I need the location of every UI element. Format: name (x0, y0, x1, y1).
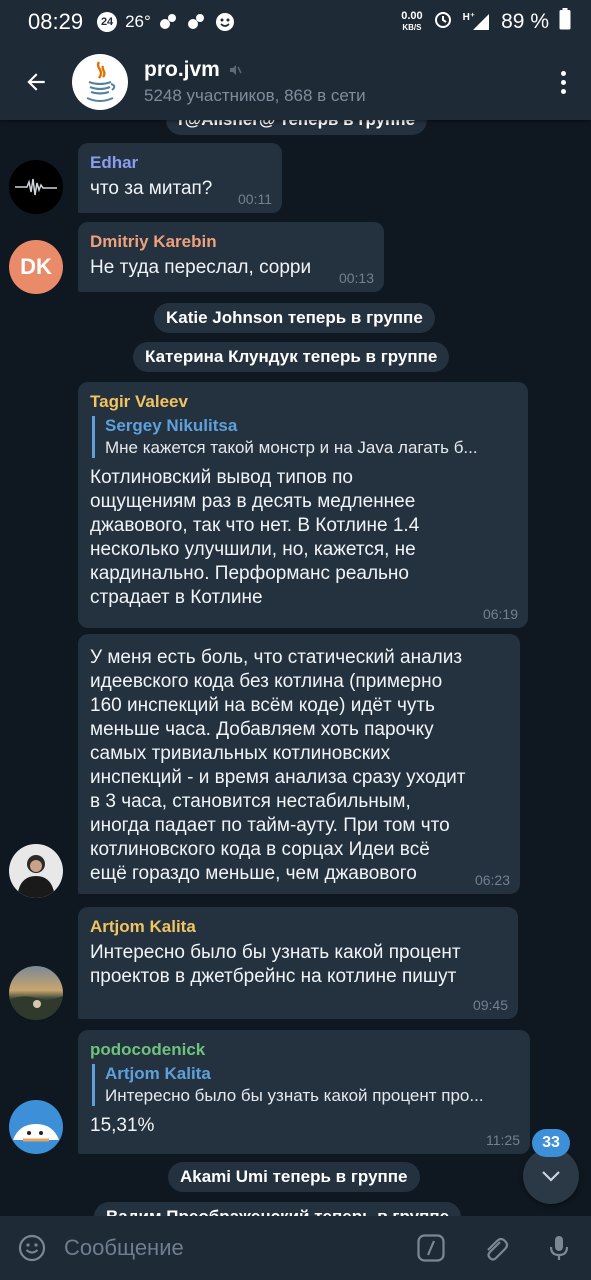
net-speed-unit: KB/S (402, 23, 422, 32)
reply-sender: Artjom Kalita (105, 1064, 211, 1083)
text-line: ещё гораздо меньше, чем джавового (90, 863, 417, 884)
paperclip-icon (487, 1237, 509, 1261)
message-list[interactable]: r@Allsner@ теперь в группе Edhar что за … (0, 120, 591, 1216)
battery-level: 89 % (501, 10, 549, 33)
alarm-icon (433, 9, 453, 35)
sender-name: Tagir Valeev (90, 392, 188, 411)
message-bubble[interactable]: Tagir Valeev Sergey Nikulitsa Мне кажетс… (78, 382, 528, 628)
message-bubble[interactable]: У меня есть боль, что статический анализ… (78, 634, 520, 894)
text-line: джавового, так что нет. В Котлине 1.4 (90, 515, 420, 536)
service-message: Вадим Преображенский теперь в группе (94, 1202, 462, 1216)
chat-title: pro.jvm (144, 58, 535, 82)
text-line: кардинально. Перформанс реально (90, 563, 409, 584)
text-line: Интересно было бы узнать какой процент (90, 942, 461, 963)
cartoon-avatar (13, 1124, 59, 1142)
chat-info[interactable]: pro.jvm 5248 участников, 868 в сети (144, 58, 535, 106)
text-line: меньше часа. Добавляем хоть парочку (90, 719, 434, 740)
face-notification-icon (215, 12, 235, 32)
net-speed: 0.00 KB/S (401, 11, 422, 33)
mute-icon (229, 65, 242, 75)
text-line: страдает в Котлине (90, 587, 263, 608)
avatar[interactable] (9, 966, 63, 1020)
status-time: 08:29 (28, 9, 84, 34)
message-time: 06:23 (474, 872, 510, 888)
text-line: идеевского кода без котлина (примерно (90, 671, 443, 692)
avatar[interactable] (9, 160, 63, 214)
text-line: Котлиновский вывод типов по (90, 467, 354, 488)
avatar[interactable] (9, 1100, 63, 1154)
message-bubble[interactable]: Dmitriy Karebin Не туда переслал, сорри … (78, 222, 384, 292)
service-message: r@Allsner@ теперь в группе (166, 120, 428, 135)
net-speed-value: 0.00 (401, 10, 423, 22)
message-input[interactable] (64, 1235, 399, 1261)
message-time: 11:25 (486, 1132, 520, 1148)
notification-count-icon: 24 (97, 12, 118, 32)
chat-title-text: pro.jvm (144, 58, 220, 81)
message-time: 06:19 (482, 606, 518, 622)
message-bubble[interactable]: Edhar что за митап? 00:11 (78, 143, 282, 213)
service-message: Akami Umi теперь в группе (168, 1162, 420, 1192)
voice-button[interactable] (527, 1216, 591, 1280)
text-line: ощущениям раз в десять медленнее (90, 491, 416, 512)
temperature-text: 26° (125, 12, 151, 31)
message-bubble[interactable]: podocodenick Artjom Kalita Интересно был… (78, 1030, 530, 1154)
service-message: Катерина Клундук теперь в группе (133, 342, 450, 372)
sender-name: Edhar (90, 153, 139, 172)
battery-icon (559, 8, 571, 36)
message-text: У меня есть боль, что статический анализ… (90, 646, 508, 886)
arrow-left-icon (27, 73, 45, 91)
text-line: котлиновского кода в сорцах Идеи всё (90, 839, 430, 860)
text-line: несколько улучшили, но, кажется, не (90, 539, 416, 560)
signal-icon: H⁺ (463, 12, 492, 32)
app-notification-icon (159, 12, 179, 32)
message-composer (0, 1216, 591, 1280)
chevron-down-icon (542, 1171, 560, 1182)
app-notification-icon-2 (187, 12, 207, 32)
text-line: инспекций - и время анализа сразу уходит (90, 767, 466, 788)
emoji-button[interactable] (0, 1216, 64, 1280)
text-line: У меня есть боль, что статический анализ (90, 647, 463, 668)
message-time: 00:13 (338, 270, 374, 286)
attach-button[interactable] (463, 1216, 527, 1280)
avatar[interactable] (9, 844, 63, 898)
reply-text: Мне кажется такой монстр и на Java лагат… (105, 438, 478, 457)
chat-header: pro.jvm 5248 участников, 868 в сети (0, 44, 591, 120)
chat-avatar[interactable] (72, 54, 128, 110)
message-text: 15,31% (90, 1115, 155, 1136)
sender-name: Dmitriy Karebin (90, 232, 217, 251)
message-text: Не туда переслал, сорри (90, 257, 312, 278)
chat-subtitle: 5248 участников, 868 в сети (144, 86, 366, 105)
message-time: 00:11 (238, 191, 272, 207)
reply-quote[interactable]: Artjom Kalita Интересно было бы узнать к… (92, 1064, 518, 1106)
message-time: 09:45 (472, 997, 508, 1013)
message-text: Котлиновский вывод типов по ощущениям ра… (90, 466, 516, 610)
avatar[interactable]: DK (9, 240, 63, 294)
sender-name: podocodenick (90, 1040, 206, 1059)
slash-command-icon (417, 1234, 445, 1262)
waveform-avatar-icon (15, 178, 57, 196)
commands-button[interactable] (399, 1216, 463, 1280)
microphone-icon (549, 1236, 569, 1260)
more-menu-icon[interactable] (535, 44, 591, 120)
reply-sender: Sergey Nikulitsa (105, 416, 238, 435)
service-message: Katie Johnson теперь в группе (154, 303, 435, 333)
sender-name: Artjom Kalita (90, 917, 196, 936)
text-line: 160 инспекций на всём коде) идёт чуть (90, 695, 435, 716)
back-button[interactable] (0, 44, 72, 120)
landscape-photo-avatar (9, 996, 63, 1020)
text-line: проектов в джетбрейнс на котлине пишут (90, 966, 457, 987)
avatar-initials: DK (20, 254, 52, 279)
unread-count-badge: 33 (532, 1129, 570, 1157)
text-line: иногда падает по тайм-ауту. При том что (90, 815, 450, 836)
reply-quote[interactable]: Sergey Nikulitsa Мне кажется такой монст… (92, 416, 516, 458)
message-text: Интересно было бы узнать какой процент п… (90, 941, 506, 989)
reply-text: Интересно было бы узнать какой процент п… (105, 1086, 484, 1105)
person-photo-avatar (17, 855, 55, 898)
text-line: самых тривиальных котлиновских (90, 743, 391, 764)
emoji-icon (18, 1234, 46, 1262)
message-bubble[interactable]: Artjom Kalita Интересно было бы узнать к… (78, 907, 518, 1019)
text-line: в 3 часа, становится нестабильным, (90, 791, 411, 812)
java-logo-icon (86, 61, 116, 102)
status-bar: 08:29 24 26° 0.00 KB/S H⁺ 89 % (0, 0, 591, 44)
